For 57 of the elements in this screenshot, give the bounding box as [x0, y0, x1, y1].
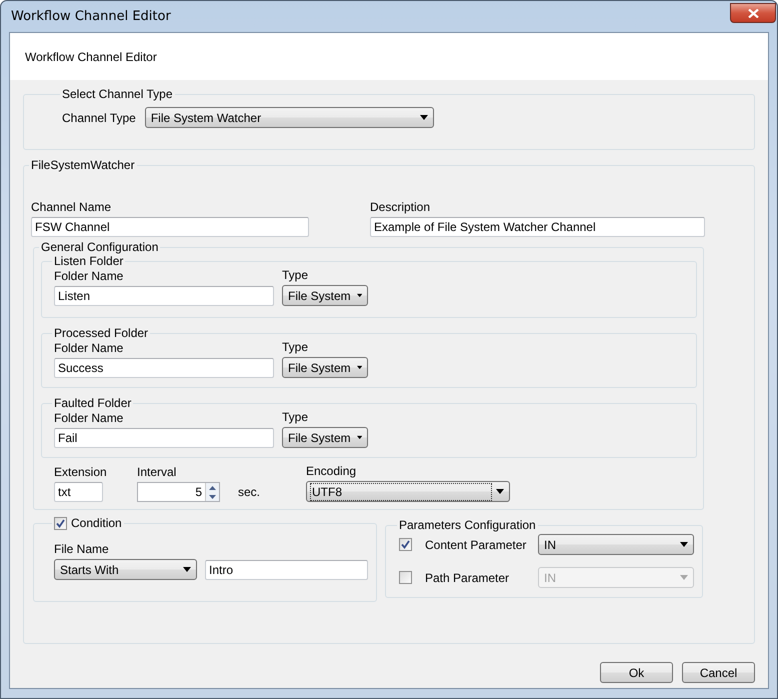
group-title: Faulted Folder: [54, 396, 132, 410]
dialog-button[interactable]: Ok: [600, 662, 673, 683]
dropdown-arrow-icon: [356, 365, 362, 370]
checkbox[interactable]: [399, 538, 412, 551]
input-field[interactable]: Example of File System Watcher Channel: [370, 217, 705, 237]
dropdown[interactable]: File System: [282, 285, 368, 306]
spin-up-icon: [209, 486, 216, 490]
dialog-button[interactable]: Cancel: [682, 662, 755, 683]
checkbox-label: Condition: [71, 516, 122, 530]
field-label: Folder Name: [54, 269, 124, 283]
dropdown[interactable]: UTF8: [306, 481, 510, 502]
field-label: Channel Name: [31, 200, 112, 214]
spinner-field[interactable]: 5: [137, 482, 220, 502]
close-button[interactable]: [730, 3, 776, 23]
field-label: Type: [282, 410, 310, 424]
checkbox-label: Content Parameter: [424, 538, 528, 552]
close-icon: [748, 8, 758, 18]
group-title: Parameters Configuration: [399, 518, 536, 532]
field-label: Channel Type: [62, 110, 136, 124]
field-label: Encoding: [306, 464, 358, 478]
field-label: Folder Name: [54, 341, 124, 355]
dropdown[interactable]: File System: [282, 427, 368, 448]
dropdown[interactable]: File System: [282, 357, 368, 378]
field-label: Extension: [54, 465, 108, 479]
dropdown[interactable]: File System Watcher: [144, 107, 434, 128]
field-label: Description: [370, 200, 432, 214]
dropdown-arrow-icon: [356, 293, 362, 298]
spin-down-icon: [209, 494, 216, 498]
input-field[interactable]: Intro: [205, 560, 368, 580]
field-label: Interval: [137, 465, 178, 479]
field-label: Type: [282, 268, 310, 282]
group-title: FileSystemWatcher: [31, 158, 135, 172]
group-title: Listen Folder: [54, 254, 124, 268]
input-field[interactable]: Success: [54, 358, 274, 378]
checkbox-label: Path Parameter: [424, 570, 510, 584]
dropdown-arrow-icon: [680, 575, 688, 580]
group-title: General Configuration: [41, 240, 158, 254]
field-label: Type: [282, 340, 310, 354]
dropdown-arrow-icon: [356, 435, 362, 440]
group-title: Processed Folder: [54, 326, 148, 340]
field-label: File Name: [54, 542, 110, 556]
group-title: Select Channel Type: [62, 87, 173, 101]
dropdown-arrow-icon: [183, 567, 191, 572]
input-field[interactable]: Listen: [54, 286, 274, 306]
dropdown-arrow-icon: [680, 542, 688, 547]
dropdown[interactable]: Starts With: [54, 559, 197, 580]
input-field[interactable]: FSW Channel: [31, 217, 309, 237]
header-title: Workflow Channel Editor: [25, 50, 157, 64]
dropdown[interactable]: IN: [538, 534, 694, 555]
window-title: Workflow Channel Editor: [11, 9, 171, 24]
input-field[interactable]: Fail: [54, 428, 274, 448]
unit-label: sec.: [237, 485, 262, 501]
field-label: Folder Name: [54, 411, 124, 425]
checkbox[interactable]: [54, 516, 67, 530]
dropdown-arrow-icon: [420, 115, 428, 120]
input-field[interactable]: txt: [54, 482, 103, 502]
dropdown-arrow-icon: [496, 489, 504, 494]
